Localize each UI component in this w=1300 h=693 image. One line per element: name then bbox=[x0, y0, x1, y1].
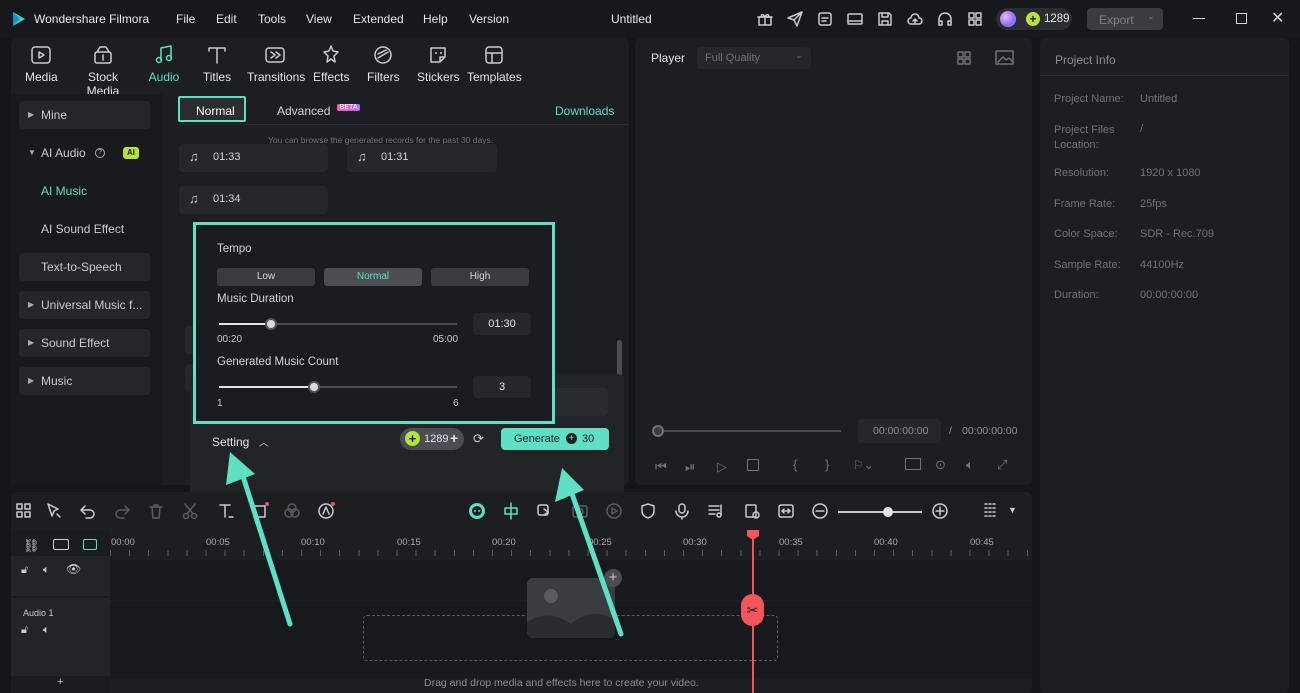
annotation-arrows bbox=[226, 452, 624, 637]
annotation-arrow-setting bbox=[226, 452, 293, 627]
annotation-arrow-generate bbox=[555, 468, 624, 637]
